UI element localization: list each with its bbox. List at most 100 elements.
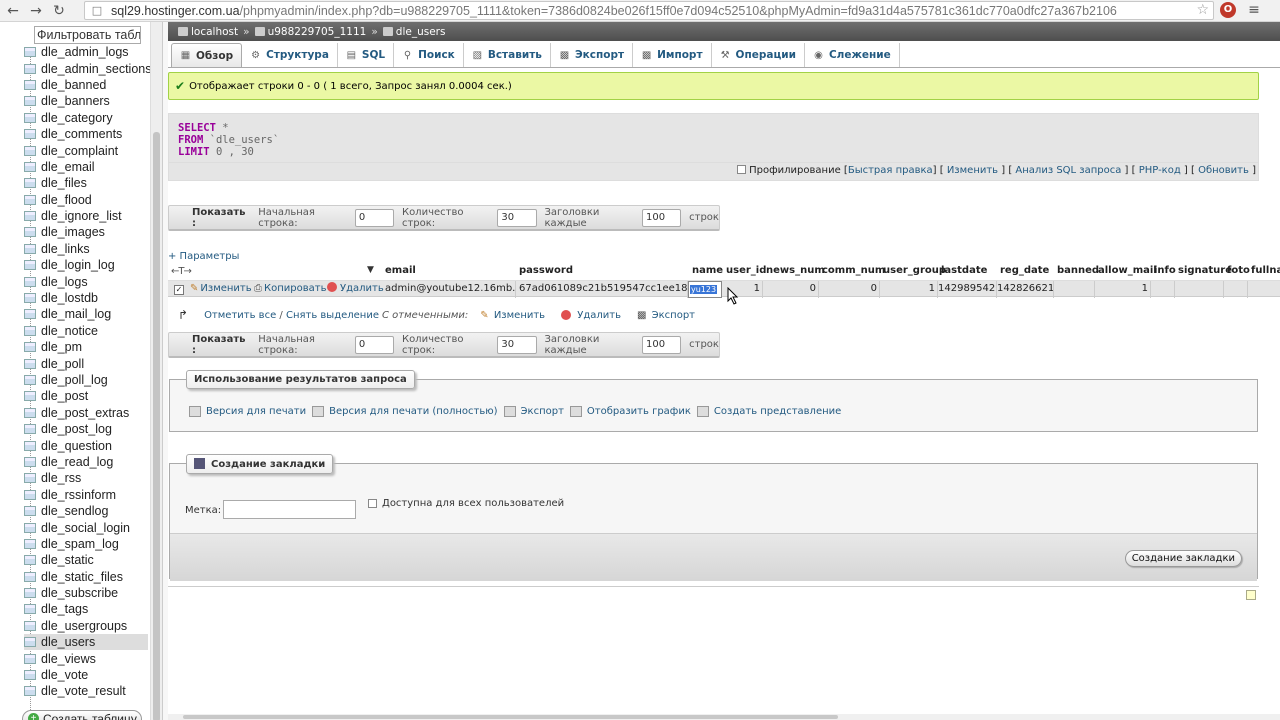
- inline-edit-link[interactable]: Быстрая правка: [848, 165, 933, 176]
- column-header[interactable]: banned: [1057, 262, 1099, 279]
- sidebar-table-dle-poll[interactable]: dle_poll: [24, 355, 148, 371]
- reload-icon[interactable]: ↻: [49, 1, 69, 21]
- browser-menu-icon[interactable]: ≡: [1246, 2, 1262, 18]
- start-row-input[interactable]: 0: [354, 335, 394, 354]
- tab-operations[interactable]: ⚒ Операции: [712, 43, 805, 67]
- sidebar-table-dle-sendlog[interactable]: dle_sendlog: [24, 503, 148, 519]
- cell-user-group[interactable]: 1: [880, 281, 938, 298]
- table-filter-input[interactable]: Фильтровать табл: [34, 26, 141, 44]
- sidebar-table-dle-mail-log[interactable]: dle_mail_log: [24, 306, 148, 322]
- table-icon[interactable]: [24, 63, 36, 74]
- cell-email[interactable]: admin@youtube12.16mb.com: [382, 281, 516, 298]
- cell-comm-num[interactable]: 0: [819, 281, 880, 298]
- sidebar-table-dle-question[interactable]: dle_question: [24, 437, 148, 453]
- sidebar-table-dle-banned[interactable]: dle_banned: [24, 77, 148, 93]
- table-icon[interactable]: [24, 96, 36, 107]
- headers-every-input[interactable]: 100: [641, 335, 682, 354]
- sidebar-table-dle-complaint[interactable]: dle_complaint: [24, 142, 148, 158]
- row-count-input[interactable]: 30: [497, 335, 537, 354]
- checkbox[interactable]: [368, 499, 377, 508]
- sidebar-table-dle-notice[interactable]: dle_notice: [24, 323, 148, 339]
- table-icon[interactable]: [24, 227, 36, 238]
- sidebar-table-dle-logs[interactable]: dle_logs: [24, 273, 148, 289]
- table-icon[interactable]: [24, 653, 36, 664]
- column-header[interactable]: news_num: [766, 262, 825, 279]
- sidebar-table-dle-ignore-list[interactable]: dle_ignore_list: [24, 208, 148, 224]
- sidebar-table-dle-images[interactable]: dle_images: [24, 224, 148, 240]
- sidebar-table-dle-comments[interactable]: dle_comments: [24, 126, 148, 142]
- column-arrows-icon[interactable]: ←T→: [171, 266, 192, 277]
- sort-dropdown-icon[interactable]: ▼: [367, 265, 374, 275]
- table-icon[interactable]: [24, 424, 36, 435]
- row-count-input[interactable]: 30: [497, 208, 537, 227]
- php-code-link[interactable]: PHP-код: [1139, 165, 1181, 176]
- column-header[interactable]: lastdate: [941, 262, 987, 279]
- column-header[interactable]: email: [385, 262, 416, 279]
- sidebar-table-dle-subscribe[interactable]: dle_subscribe: [24, 585, 148, 601]
- breadcrumb-table[interactable]: dle_users: [382, 26, 445, 38]
- breadcrumb-database[interactable]: u988229705_1111: [254, 26, 366, 38]
- sidebar-table-dle-views[interactable]: dle_views: [24, 650, 148, 666]
- table-icon[interactable]: [24, 161, 36, 172]
- sidebar-table-dle-rssinform[interactable]: dle_rssinform: [24, 487, 148, 503]
- table-icon[interactable]: [24, 473, 36, 484]
- table-icon[interactable]: [24, 375, 36, 385]
- uncheck-all-link[interactable]: Снять выделение: [286, 310, 379, 321]
- column-header[interactable]: allow_mail: [1098, 262, 1157, 279]
- edit-query-link[interactable]: Изменить: [947, 165, 998, 176]
- table-icon[interactable]: [24, 571, 36, 582]
- sidebar-scrollbar[interactable]: [150, 22, 162, 720]
- horizontal-scrollbar[interactable]: [168, 714, 1280, 720]
- table-icon[interactable]: [24, 112, 36, 123]
- refresh-link[interactable]: Обновить: [1198, 165, 1249, 176]
- table-icon[interactable]: [24, 276, 36, 287]
- table-icon[interactable]: [24, 506, 36, 517]
- tab-structure[interactable]: ⚙ Структура: [242, 43, 338, 67]
- cell-foto[interactable]: [1224, 281, 1248, 298]
- table-icon[interactable]: [24, 637, 36, 648]
- cell-lastdate[interactable]: 1429895426: [938, 281, 997, 298]
- table-icon[interactable]: [24, 538, 36, 549]
- sidebar-table-dle-vote[interactable]: dle_vote: [24, 667, 148, 683]
- row-checkbox[interactable]: ✓: [174, 285, 184, 295]
- scrollbar-thumb[interactable]: [183, 715, 838, 719]
- create-table-button[interactable]: + Создать таблицу: [22, 710, 142, 720]
- table-icon[interactable]: [24, 145, 36, 156]
- table-icon[interactable]: [24, 129, 36, 140]
- table-icon[interactable]: [24, 79, 36, 90]
- sidebar-table-dle-links[interactable]: dle_links: [24, 241, 148, 257]
- table-icon[interactable]: [24, 211, 36, 222]
- forward-icon[interactable]: →: [26, 1, 46, 21]
- table-icon[interactable]: [24, 604, 36, 615]
- tab-browse[interactable]: ▦ Обзор: [171, 43, 243, 67]
- headers-every-input[interactable]: 100: [641, 208, 682, 227]
- sidebar-table-dle-post-log[interactable]: dle_post_log: [24, 421, 148, 437]
- sidebar-table-dle-rss[interactable]: dle_rss: [24, 470, 148, 486]
- back-icon[interactable]: ←: [3, 1, 23, 21]
- bulk-delete-button[interactable]: Удалить: [561, 310, 621, 321]
- table-icon[interactable]: [24, 522, 36, 533]
- cell-news-num[interactable]: 0: [763, 281, 819, 298]
- row-delete-link[interactable]: Удалить: [327, 281, 384, 298]
- print-view-link[interactable]: Версия для печати: [189, 406, 306, 417]
- column-header[interactable]: fullname: [1251, 262, 1280, 279]
- start-row-input[interactable]: 0: [354, 208, 394, 227]
- display-chart-link[interactable]: Отобразить график: [569, 406, 691, 417]
- table-icon[interactable]: [24, 325, 36, 336]
- table-icon[interactable]: [24, 620, 36, 631]
- sidebar-table-dle-static-files[interactable]: dle_static_files: [24, 569, 148, 585]
- table-icon[interactable]: [24, 47, 36, 58]
- sidebar-table-dle-login-log[interactable]: dle_login_log: [24, 257, 148, 273]
- tab-import[interactable]: ▩ Импорт: [633, 43, 712, 67]
- table-icon[interactable]: [24, 309, 36, 320]
- sidebar-table-dle-files[interactable]: dle_files: [24, 175, 148, 191]
- column-header[interactable]: info: [1154, 262, 1176, 279]
- row-edit-link[interactable]: ✎ Изменить: [190, 281, 252, 298]
- cell-allow-mail[interactable]: 1: [1095, 281, 1151, 298]
- tab-export[interactable]: ▩ Экспорт: [551, 43, 634, 67]
- sidebar-table-dle-usergroups[interactable]: dle_usergroups: [24, 618, 148, 634]
- bookmark-label-input[interactable]: [223, 500, 356, 519]
- sidebar-table-dle-social-login[interactable]: dle_social_login: [24, 519, 148, 535]
- create-bookmark-button[interactable]: Создание закладки: [1124, 550, 1242, 567]
- sidebar-table-dle-poll-log[interactable]: dle_poll_log: [24, 372, 148, 388]
